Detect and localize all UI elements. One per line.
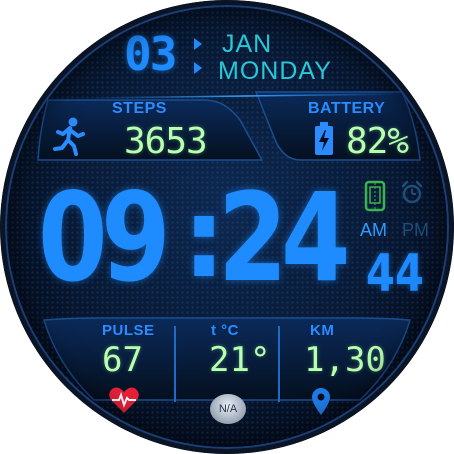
- watch-face: 03 JAN MONDAY STEPS 3653 BATTERY 82% 09 …: [0, 0, 454, 454]
- bezel-ring: [0, 0, 454, 454]
